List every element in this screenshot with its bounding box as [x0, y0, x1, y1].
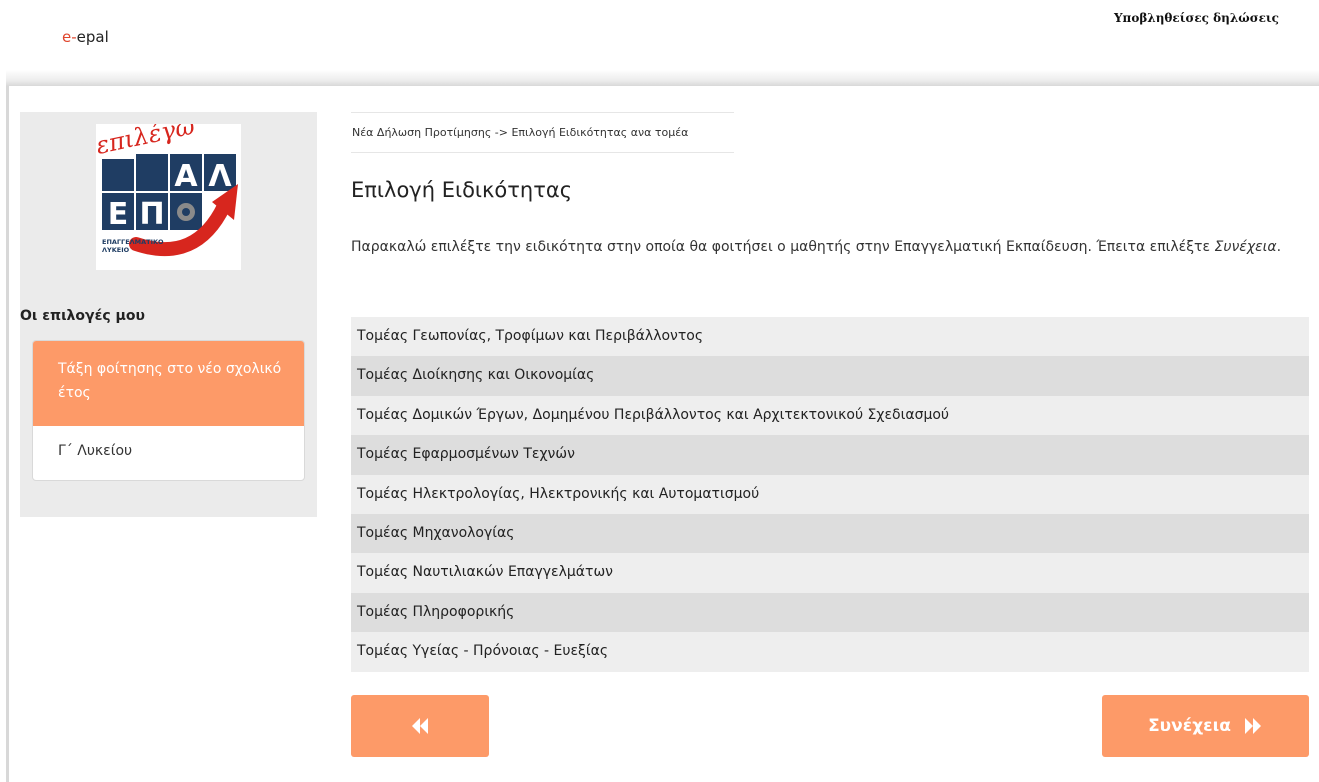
sector-item[interactable]: Τομέας Δομικών Έργων, Δομημένου Περιβάλλ…	[351, 395, 1309, 436]
logo-letter-2: Π	[139, 197, 164, 232]
epal-logo-graphic: Ε Π Α Λ επιλέγω ΕΠΑΓΓΕΛΜΑΤΙΚΟ ΛΥΚΕΙΟ	[96, 124, 241, 270]
my-choices-heading: Οι επιλογές μου	[20, 308, 145, 324]
sector-item[interactable]: Τομέας Ηλεκτρολογίας, Ηλεκτρονικής και Α…	[351, 474, 1309, 514]
instructions-end: .	[1276, 239, 1282, 255]
choice-card: Τάξη φοίτησης στο νέο σχολικό έτος Γ΄ Λυ…	[32, 340, 305, 481]
sector-item[interactable]: Τομέας Ναυτιλιακών Επαγγελμάτων	[351, 553, 1309, 593]
sector-item[interactable]: Τομέας Μηχανολογίας	[351, 513, 1309, 554]
choice-value: Γ΄ Λυκείου	[58, 443, 133, 459]
sidebar: Ε Π Α Λ επιλέγω ΕΠΑΓΓΕΛΜΑΤΙΚΟ ΛΥΚΕΙΟ Οι …	[20, 112, 317, 517]
page-title: Επιλογή Ειδικότητας	[351, 178, 573, 202]
brand-name: epal	[76, 28, 109, 46]
double-chevron-right-icon	[1243, 718, 1263, 734]
logo-letter-3: Α	[174, 159, 198, 194]
back-button[interactable]	[351, 695, 489, 757]
continue-label: Συνέχεια	[1148, 716, 1231, 736]
logo-caption-2: ΛΥΚΕΙΟ	[102, 246, 130, 254]
sector-item[interactable]: Τομέας Γεωπονίας, Τροφίμων και Περιβάλλο…	[351, 317, 1309, 357]
brand-prefix: e-	[62, 28, 77, 46]
sector-item[interactable]: Τομέας Διοίκησης και Οικονομίας	[351, 356, 1309, 396]
logo-letter-1: Ε	[108, 197, 129, 232]
continue-button[interactable]: Συνέχεια	[1102, 695, 1309, 757]
sector-item[interactable]: Τομέας Υγείας - Πρόνοιας - Ευεξίας	[351, 632, 1309, 672]
brand-logo-text[interactable]: e-epal	[62, 28, 109, 46]
sector-item[interactable]: Τομέας Πληροφορικής	[351, 592, 1309, 633]
instructions-body: Παρακαλώ επιλέξτε την ειδικότητα στην οπ…	[351, 239, 1215, 255]
instructions-emphasis: Συνέχεια	[1214, 239, 1277, 255]
epal-logo: Ε Π Α Λ επιλέγω ΕΠΑΓΓΕΛΜΑΤΙΚΟ ΛΥΚΕΙΟ	[96, 124, 241, 270]
logo-caption-1: ΕΠΑΓΓΕΛΜΑΤΙΚΟ	[102, 238, 164, 246]
choice-label: Τάξη φοίτησης στο νέο σχολικό έτος	[33, 341, 304, 426]
instructions-text: Παρακαλώ επιλέξτε την ειδικότητα στην οπ…	[351, 232, 1306, 262]
breadcrumb: Νέα Δήλωση Προτίμησης -> Επιλογή Ειδικότ…	[351, 112, 734, 153]
sector-list: Τομέας Γεωπονίας, Τροφίμων και Περιβάλλο…	[351, 317, 1309, 672]
double-chevron-left-icon	[410, 718, 430, 734]
sector-item[interactable]: Τομέας Εφαρμοσμένων Τεχνών	[351, 435, 1309, 475]
logo-letter-4: Λ	[208, 159, 232, 194]
submitted-declarations-link[interactable]: Υποβληθείσες δηλώσεις	[1114, 11, 1279, 25]
